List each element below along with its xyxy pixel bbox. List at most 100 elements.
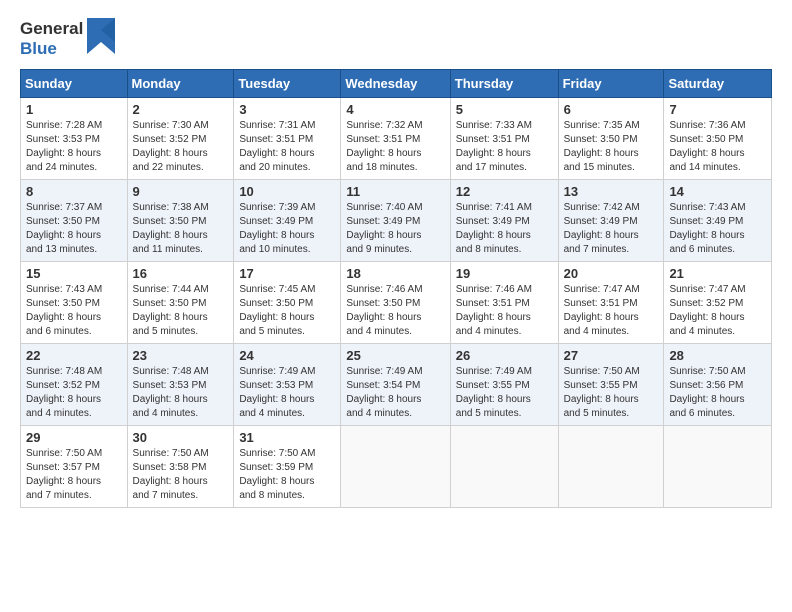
day-info: Sunrise: 7:43 AM Sunset: 3:50 PM Dayligh… — [26, 283, 122, 339]
day-info: Sunrise: 7:33 AM Sunset: 3:51 PM Dayligh… — [456, 119, 553, 175]
calendar-cell: 23 Sunrise: 7:48 AM Sunset: 3:53 PM Dayli… — [127, 344, 234, 426]
day-number: 25 — [346, 348, 444, 363]
day-number: 20 — [564, 266, 659, 281]
day-number: 19 — [456, 266, 553, 281]
calendar-cell: 1 Sunrise: 7:28 AM Sunset: 3:53 PM Daylig… — [21, 98, 128, 180]
weekday-header-row: SundayMondayTuesdayWednesdayThursdayFrid… — [21, 70, 772, 98]
day-number: 4 — [346, 102, 444, 117]
day-number: 14 — [669, 184, 766, 199]
day-number: 23 — [133, 348, 229, 363]
day-info: Sunrise: 7:46 AM Sunset: 3:51 PM Dayligh… — [456, 283, 553, 339]
day-number: 12 — [456, 184, 553, 199]
calendar-cell: 5 Sunrise: 7:33 AM Sunset: 3:51 PM Daylig… — [450, 98, 558, 180]
calendar-cell: 10 Sunrise: 7:39 AM Sunset: 3:49 PM Dayli… — [234, 180, 341, 262]
weekday-header-wednesday: Wednesday — [341, 70, 450, 98]
day-info: Sunrise: 7:28 AM Sunset: 3:53 PM Dayligh… — [26, 119, 122, 175]
calendar-cell — [664, 426, 772, 508]
day-info: Sunrise: 7:49 AM Sunset: 3:53 PM Dayligh… — [239, 365, 335, 421]
day-number: 10 — [239, 184, 335, 199]
day-number: 2 — [133, 102, 229, 117]
calendar-cell: 12 Sunrise: 7:41 AM Sunset: 3:49 PM Dayli… — [450, 180, 558, 262]
day-number: 7 — [669, 102, 766, 117]
day-info: Sunrise: 7:37 AM Sunset: 3:50 PM Dayligh… — [26, 201, 122, 257]
calendar-cell: 8 Sunrise: 7:37 AM Sunset: 3:50 PM Daylig… — [21, 180, 128, 262]
day-info: Sunrise: 7:42 AM Sunset: 3:49 PM Dayligh… — [564, 201, 659, 257]
calendar-cell: 27Sunrise: 7:50 AM Sunset: 3:55 PM Dayli… — [558, 344, 664, 426]
week-row-1: 1 Sunrise: 7:28 AM Sunset: 3:53 PM Daylig… — [21, 98, 772, 180]
calendar-cell: 3 Sunrise: 7:31 AM Sunset: 3:51 PM Daylig… — [234, 98, 341, 180]
calendar-cell: 22 Sunrise: 7:48 AM Sunset: 3:52 PM Dayli… — [21, 344, 128, 426]
calendar-cell: 26 Sunrise: 7:49 AM Sunset: 3:55 PM Dayli… — [450, 344, 558, 426]
day-info: Sunrise: 7:49 AM Sunset: 3:54 PM Dayligh… — [346, 365, 444, 421]
calendar-table: SundayMondayTuesdayWednesdayThursdayFrid… — [20, 69, 772, 508]
day-number: 5 — [456, 102, 553, 117]
day-number: 24 — [239, 348, 335, 363]
day-info: Sunrise: 7:49 AM Sunset: 3:55 PM Dayligh… — [456, 365, 553, 421]
day-number: 21 — [669, 266, 766, 281]
day-info: Sunrise: 7:31 AM Sunset: 3:51 PM Dayligh… — [239, 119, 335, 175]
day-info: Sunrise: 7:50 AM Sunset: 3:57 PM Dayligh… — [26, 447, 122, 503]
calendar-cell — [341, 426, 450, 508]
calendar-cell — [450, 426, 558, 508]
day-info: Sunrise: 7:47 AM Sunset: 3:52 PM Dayligh… — [669, 283, 766, 339]
calendar-cell: 11 Sunrise: 7:40 AM Sunset: 3:49 PM Dayli… — [341, 180, 450, 262]
day-info: Sunrise: 7:30 AM Sunset: 3:52 PM Dayligh… — [133, 119, 229, 175]
day-number: 16 — [133, 266, 229, 281]
calendar-cell: 9 Sunrise: 7:38 AM Sunset: 3:50 PM Daylig… — [127, 180, 234, 262]
day-info: Sunrise: 7:36 AM Sunset: 3:50 PM Dayligh… — [669, 119, 766, 175]
day-number: 27 — [564, 348, 659, 363]
logo: General Blue — [20, 18, 115, 59]
day-info: Sunrise: 7:48 AM Sunset: 3:53 PM Dayligh… — [133, 365, 229, 421]
day-number: 15 — [26, 266, 122, 281]
day-number: 3 — [239, 102, 335, 117]
weekday-header-tuesday: Tuesday — [234, 70, 341, 98]
day-info: Sunrise: 7:41 AM Sunset: 3:49 PM Dayligh… — [456, 201, 553, 257]
calendar-cell: 21 Sunrise: 7:47 AM Sunset: 3:52 PM Dayli… — [664, 262, 772, 344]
general-text: General — [20, 19, 83, 39]
day-info: Sunrise: 7:32 AM Sunset: 3:51 PM Dayligh… — [346, 119, 444, 175]
day-info: Sunrise: 7:48 AM Sunset: 3:52 PM Dayligh… — [26, 365, 122, 421]
weekday-header-friday: Friday — [558, 70, 664, 98]
calendar-cell: 17Sunrise: 7:45 AM Sunset: 3:50 PM Dayli… — [234, 262, 341, 344]
day-info: Sunrise: 7:43 AM Sunset: 3:49 PM Dayligh… — [669, 201, 766, 257]
day-number: 8 — [26, 184, 122, 199]
weekday-header-monday: Monday — [127, 70, 234, 98]
day-number: 22 — [26, 348, 122, 363]
day-info: Sunrise: 7:44 AM Sunset: 3:50 PM Dayligh… — [133, 283, 229, 339]
day-number: 31 — [239, 430, 335, 445]
day-info: Sunrise: 7:46 AM Sunset: 3:50 PM Dayligh… — [346, 283, 444, 339]
calendar-cell: 19 Sunrise: 7:46 AM Sunset: 3:51 PM Dayli… — [450, 262, 558, 344]
day-info: Sunrise: 7:39 AM Sunset: 3:49 PM Dayligh… — [239, 201, 335, 257]
day-info: Sunrise: 7:35 AM Sunset: 3:50 PM Dayligh… — [564, 119, 659, 175]
day-number: 11 — [346, 184, 444, 199]
calendar-cell: 29Sunrise: 7:50 AM Sunset: 3:57 PM Dayli… — [21, 426, 128, 508]
calendar-cell: 28 Sunrise: 7:50 AM Sunset: 3:56 PM Dayli… — [664, 344, 772, 426]
day-info: Sunrise: 7:50 AM Sunset: 3:56 PM Dayligh… — [669, 365, 766, 421]
logo-wordmark: General Blue — [20, 18, 115, 59]
calendar-cell: 31 Sunrise: 7:50 AM Sunset: 3:59 PM Dayli… — [234, 426, 341, 508]
week-row-4: 22 Sunrise: 7:48 AM Sunset: 3:52 PM Dayli… — [21, 344, 772, 426]
calendar-cell: 4 Sunrise: 7:32 AM Sunset: 3:51 PM Daylig… — [341, 98, 450, 180]
day-info: Sunrise: 7:40 AM Sunset: 3:49 PM Dayligh… — [346, 201, 444, 257]
day-number: 1 — [26, 102, 122, 117]
day-number: 18 — [346, 266, 444, 281]
day-number: 26 — [456, 348, 553, 363]
week-row-3: 15 Sunrise: 7:43 AM Sunset: 3:50 PM Dayli… — [21, 262, 772, 344]
calendar-cell: 7 Sunrise: 7:36 AM Sunset: 3:50 PM Daylig… — [664, 98, 772, 180]
header: General Blue — [20, 18, 772, 59]
week-row-5: 29Sunrise: 7:50 AM Sunset: 3:57 PM Dayli… — [21, 426, 772, 508]
weekday-header-thursday: Thursday — [450, 70, 558, 98]
logo-icon — [87, 18, 115, 59]
day-number: 30 — [133, 430, 229, 445]
day-info: Sunrise: 7:38 AM Sunset: 3:50 PM Dayligh… — [133, 201, 229, 257]
week-row-2: 8 Sunrise: 7:37 AM Sunset: 3:50 PM Daylig… — [21, 180, 772, 262]
day-number: 9 — [133, 184, 229, 199]
day-number: 28 — [669, 348, 766, 363]
calendar-cell: 6Sunrise: 7:35 AM Sunset: 3:50 PM Daylig… — [558, 98, 664, 180]
day-info: Sunrise: 7:50 AM Sunset: 3:58 PM Dayligh… — [133, 447, 229, 503]
logo-text-block: General Blue — [20, 19, 83, 58]
calendar-cell: 14 Sunrise: 7:43 AM Sunset: 3:49 PM Dayli… — [664, 180, 772, 262]
page: General Blue SundayMondayTuesdayWednesda… — [0, 0, 792, 612]
day-info: Sunrise: 7:50 AM Sunset: 3:59 PM Dayligh… — [239, 447, 335, 503]
day-info: Sunrise: 7:45 AM Sunset: 3:50 PM Dayligh… — [239, 283, 335, 339]
